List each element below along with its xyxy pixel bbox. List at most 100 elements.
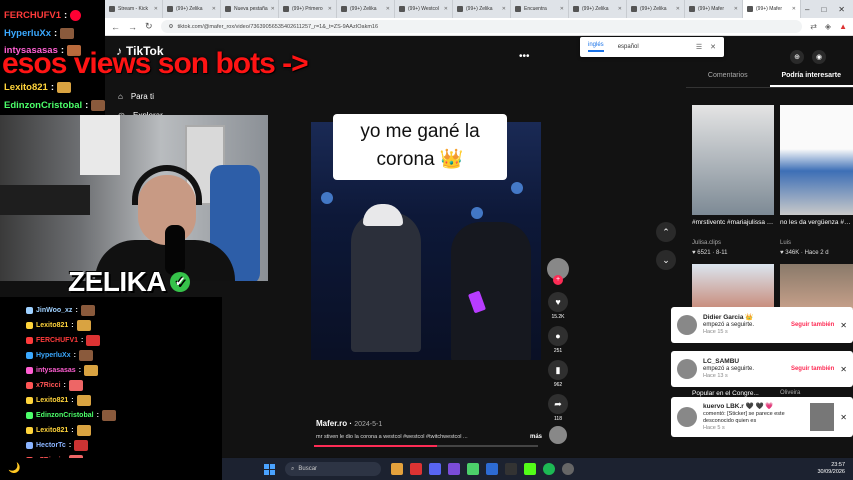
browser-tab[interactable]: (99+) Zelika ✕ [569, 0, 627, 18]
shares-count: 118 [554, 416, 562, 422]
brave-icon[interactable] [410, 463, 422, 475]
heart-icon[interactable]: ♥ [548, 292, 568, 312]
share-icon[interactable]: ➦ [548, 394, 568, 414]
taskbar-search[interactable]: ⌕ Buscar [285, 462, 381, 476]
close-tab-icon[interactable]: ✕ [560, 6, 564, 12]
settings-icon[interactable] [562, 463, 574, 475]
browser-tab[interactable]: (99+) Westcol ✕ [395, 0, 453, 18]
video-date: 2024-5-1 [354, 421, 383, 428]
browser-tab[interactable]: (99+) Mafer ✕ [685, 0, 743, 18]
close-tab-icon[interactable]: ✕ [444, 6, 448, 12]
file-explorer-icon[interactable] [391, 463, 403, 475]
video-progress-bar[interactable] [314, 445, 538, 447]
browser-tab[interactable]: Nueva pestaña ✕ [221, 0, 279, 18]
app-icon[interactable] [486, 463, 498, 475]
browser-tab[interactable]: (99+) Zelika ✕ [453, 0, 511, 18]
suggested-video-user[interactable]: Julisa.clips [692, 240, 721, 246]
browser-tab[interactable]: (99+) Zelika ✕ [627, 0, 685, 18]
suggested-video-user[interactable]: Luis [780, 240, 791, 246]
translate-lang-b[interactable]: español [618, 44, 639, 50]
translate-icon[interactable]: ⇄ [810, 22, 817, 31]
upload-icon[interactable]: ⊕ [790, 50, 804, 64]
browser-tab[interactable]: Encuentra ✕ [511, 0, 569, 18]
spotify-icon[interactable] [543, 463, 555, 475]
forward-icon[interactable]: → [128, 22, 137, 32]
suggested-video-thumb[interactable] [780, 105, 853, 215]
browser-tab[interactable]: (99+) Zelika ✕ [163, 0, 221, 18]
site-info-icon[interactable]: ⚙ [169, 24, 174, 30]
shield-icon[interactable]: ◈ [825, 22, 831, 31]
browser-tab[interactable]: (99+) Zelika ✕ [337, 0, 395, 18]
close-tab-icon[interactable]: ✕ [212, 6, 216, 12]
twitch-icon[interactable] [448, 463, 460, 475]
chat-line: Lexito821: [26, 320, 91, 331]
suggested-video-thumb[interactable] [692, 105, 774, 215]
video-author[interactable]: Mafer.ro · 2024-5-1 [316, 419, 382, 428]
suggested-video-thumb[interactable] [780, 264, 853, 309]
close-tab-icon[interactable]: ✕ [271, 6, 275, 12]
tab-comentarios[interactable]: Comentarios [686, 72, 770, 87]
whatsapp-icon[interactable] [467, 463, 479, 475]
nav-item-para-ti[interactable]: ⌂ Para ti [118, 92, 163, 101]
more-link[interactable]: más [530, 434, 542, 440]
windows-start-icon[interactable] [264, 463, 275, 475]
bookmark-icon[interactable]: ▮ [548, 360, 568, 380]
browser-tab[interactable]: Stream - Kick ✕ [105, 0, 163, 18]
next-video-icon[interactable]: ⌄ [656, 250, 676, 270]
home-icon: ⌂ [118, 92, 123, 101]
suggested-video-stats: ♥ 6521 · 8-11 [692, 250, 728, 256]
video-description: mr stiven le dio la corona a westcol #we… [316, 434, 542, 440]
previous-video-icon[interactable]: ⌃ [656, 222, 676, 242]
close-tab-icon[interactable]: ✕ [618, 6, 622, 12]
close-tab-icon[interactable]: ✕ [328, 6, 332, 12]
tab-podria-interesarte[interactable]: Podría interesarte [769, 72, 853, 87]
kick-icon[interactable] [524, 463, 536, 475]
menu-icon[interactable]: ☰ [696, 43, 702, 51]
follow-back-button[interactable]: Seguir también [791, 322, 834, 328]
maximize-icon[interactable]: □ [821, 5, 826, 14]
comment-icon[interactable]: ● [548, 326, 568, 346]
suggested-video-thumb[interactable] [692, 264, 774, 309]
close-icon[interactable]: ✕ [840, 413, 847, 422]
close-tab-icon[interactable]: ✕ [386, 6, 390, 12]
author-avatar[interactable]: + [547, 258, 569, 285]
browser-tab[interactable]: (99+) Primero ✕ [279, 0, 337, 18]
emote [80, 305, 95, 316]
translate-lang-a[interactable]: inglés [588, 42, 604, 52]
browser-tab[interactable]: (99+) Mafer ✕ [743, 0, 801, 18]
more-options-icon[interactable]: ••• [519, 51, 530, 62]
warning-icon[interactable]: ▲ [839, 22, 847, 31]
notification-comment[interactable]: kuervo LBK.r 🖤 🖤 💗 comentó: [Sticker] se… [671, 397, 853, 437]
follow-back-button[interactable]: Seguir también [791, 366, 834, 372]
close-tab-icon[interactable]: ✕ [792, 6, 796, 12]
tab-favicon-icon [573, 6, 579, 12]
taskbar-apps [391, 463, 574, 475]
notification-follow[interactable]: Didier Garcia 👑 empezó a seguirte. Hace … [671, 307, 853, 343]
tab-favicon-icon [283, 6, 289, 12]
url-field[interactable]: ⚙ tiktok.com/@mafer_rox/video/7363905653… [160, 20, 803, 33]
follow-plus-icon[interactable]: + [553, 275, 563, 285]
close-tab-icon[interactable]: ✕ [154, 6, 158, 12]
tab-favicon-icon [109, 6, 115, 12]
profile-icon[interactable]: ◉ [812, 50, 826, 64]
close-window-icon[interactable]: ✕ [838, 5, 845, 14]
obs-icon[interactable] [505, 463, 517, 475]
close-icon[interactable]: ✕ [840, 365, 847, 374]
notification-follow[interactable]: LC_SAMBU empezó a seguirte. Hace 13 s Se… [671, 351, 853, 387]
stage-light [471, 207, 483, 219]
suggested-video-title[interactable]: #mrstiventc #mariajulissa #cali... [692, 219, 774, 226]
close-tab-icon[interactable]: ✕ [502, 6, 506, 12]
chat-badge-icon [26, 337, 33, 344]
close-tab-icon[interactable]: ✕ [676, 6, 680, 12]
sound-disc[interactable] [549, 426, 567, 444]
back-icon[interactable]: ← [111, 22, 120, 32]
close-icon[interactable]: ✕ [840, 321, 847, 330]
taskbar-clock[interactable]: 23:57 30/09/2026 [817, 462, 845, 476]
minimize-icon[interactable]: – [805, 5, 809, 14]
discord-icon[interactable] [429, 463, 441, 475]
suggested-video-title[interactable]: no les da vergüenza #premierleague... [780, 219, 853, 226]
close-tab-icon[interactable]: ✕ [734, 6, 738, 12]
reload-icon[interactable]: ↻ [145, 21, 153, 32]
avatar [677, 315, 697, 335]
close-icon[interactable]: ✕ [710, 43, 716, 51]
